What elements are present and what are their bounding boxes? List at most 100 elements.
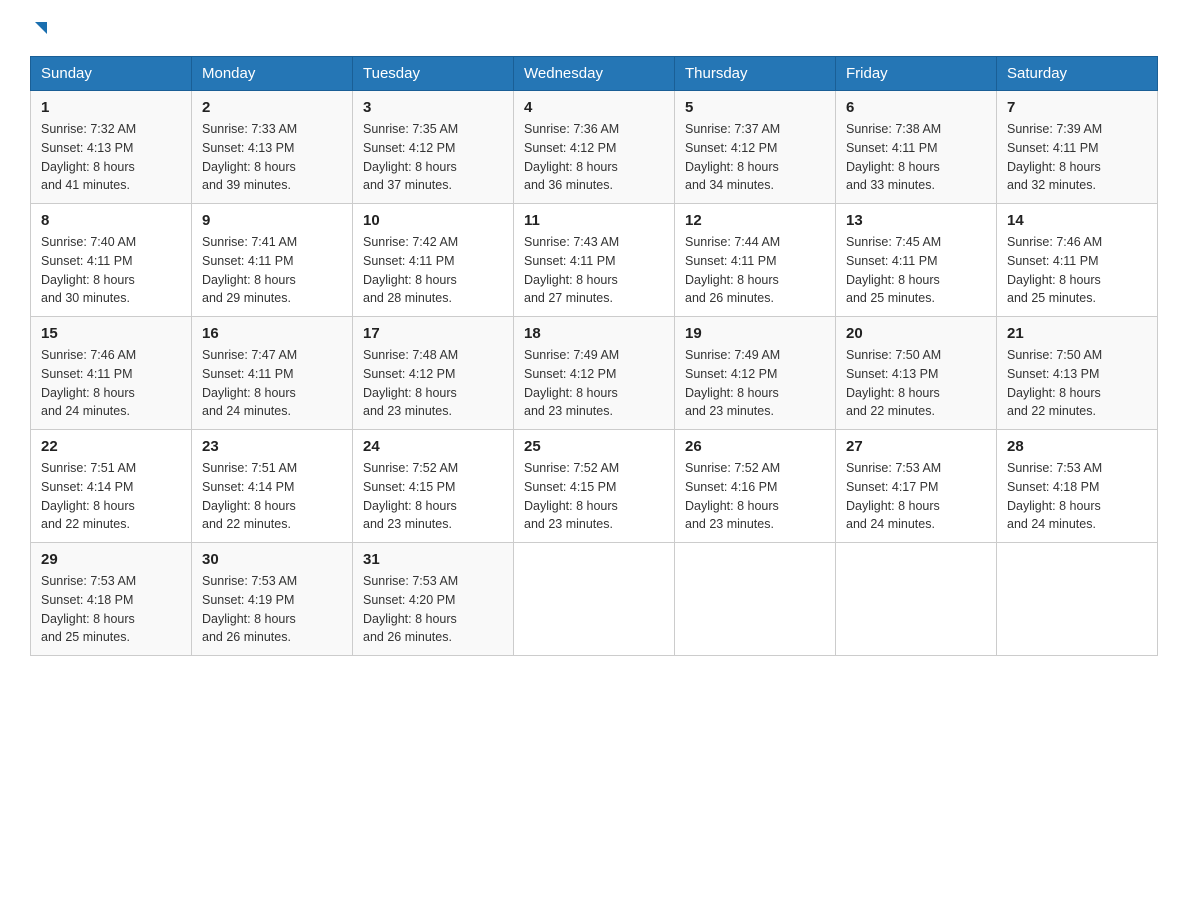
day-info: Sunrise: 7:53 AM Sunset: 4:18 PM Dayligh… [41,572,181,647]
day-number: 22 [41,438,181,455]
day-info: Sunrise: 7:52 AM Sunset: 4:15 PM Dayligh… [363,459,503,534]
weekday-header-wednesday: Wednesday [514,57,675,91]
empty-cell [997,543,1158,656]
day-number: 13 [846,212,986,229]
calendar-day-cell: 2 Sunrise: 7:33 AM Sunset: 4:13 PM Dayli… [192,91,353,204]
calendar-day-cell: 12 Sunrise: 7:44 AM Sunset: 4:11 PM Dayl… [675,204,836,317]
calendar-day-cell: 8 Sunrise: 7:40 AM Sunset: 4:11 PM Dayli… [31,204,192,317]
day-number: 30 [202,551,342,568]
calendar-day-cell: 11 Sunrise: 7:43 AM Sunset: 4:11 PM Dayl… [514,204,675,317]
calendar-day-cell: 27 Sunrise: 7:53 AM Sunset: 4:17 PM Dayl… [836,430,997,543]
day-number: 23 [202,438,342,455]
day-number: 12 [685,212,825,229]
calendar-day-cell: 24 Sunrise: 7:52 AM Sunset: 4:15 PM Dayl… [353,430,514,543]
logo [30,20,51,40]
calendar-day-cell: 14 Sunrise: 7:46 AM Sunset: 4:11 PM Dayl… [997,204,1158,317]
calendar-day-cell: 29 Sunrise: 7:53 AM Sunset: 4:18 PM Dayl… [31,543,192,656]
day-number: 17 [363,325,503,342]
weekday-header-monday: Monday [192,57,353,91]
day-number: 4 [524,99,664,116]
calendar-week-row: 22 Sunrise: 7:51 AM Sunset: 4:14 PM Dayl… [31,430,1158,543]
calendar-week-row: 8 Sunrise: 7:40 AM Sunset: 4:11 PM Dayli… [31,204,1158,317]
calendar-week-row: 1 Sunrise: 7:32 AM Sunset: 4:13 PM Dayli… [31,91,1158,204]
day-number: 1 [41,99,181,116]
day-info: Sunrise: 7:53 AM Sunset: 4:18 PM Dayligh… [1007,459,1147,534]
day-info: Sunrise: 7:50 AM Sunset: 4:13 PM Dayligh… [846,346,986,421]
day-number: 21 [1007,325,1147,342]
day-number: 3 [363,99,503,116]
calendar-day-cell: 1 Sunrise: 7:32 AM Sunset: 4:13 PM Dayli… [31,91,192,204]
calendar-day-cell: 31 Sunrise: 7:53 AM Sunset: 4:20 PM Dayl… [353,543,514,656]
day-number: 2 [202,99,342,116]
day-info: Sunrise: 7:49 AM Sunset: 4:12 PM Dayligh… [685,346,825,421]
day-info: Sunrise: 7:50 AM Sunset: 4:13 PM Dayligh… [1007,346,1147,421]
calendar-day-cell: 3 Sunrise: 7:35 AM Sunset: 4:12 PM Dayli… [353,91,514,204]
day-info: Sunrise: 7:42 AM Sunset: 4:11 PM Dayligh… [363,233,503,308]
logo-arrow-icon [33,20,51,38]
calendar-day-cell: 21 Sunrise: 7:50 AM Sunset: 4:13 PM Dayl… [997,317,1158,430]
day-number: 8 [41,212,181,229]
calendar-day-cell: 15 Sunrise: 7:46 AM Sunset: 4:11 PM Dayl… [31,317,192,430]
day-info: Sunrise: 7:46 AM Sunset: 4:11 PM Dayligh… [41,346,181,421]
empty-cell [675,543,836,656]
day-info: Sunrise: 7:36 AM Sunset: 4:12 PM Dayligh… [524,120,664,195]
empty-cell [514,543,675,656]
calendar-day-cell: 28 Sunrise: 7:53 AM Sunset: 4:18 PM Dayl… [997,430,1158,543]
day-info: Sunrise: 7:52 AM Sunset: 4:15 PM Dayligh… [524,459,664,534]
weekday-header-friday: Friday [836,57,997,91]
calendar-day-cell: 4 Sunrise: 7:36 AM Sunset: 4:12 PM Dayli… [514,91,675,204]
calendar-week-row: 29 Sunrise: 7:53 AM Sunset: 4:18 PM Dayl… [31,543,1158,656]
day-info: Sunrise: 7:53 AM Sunset: 4:19 PM Dayligh… [202,572,342,647]
day-number: 29 [41,551,181,568]
weekday-header-thursday: Thursday [675,57,836,91]
day-info: Sunrise: 7:35 AM Sunset: 4:12 PM Dayligh… [363,120,503,195]
day-info: Sunrise: 7:51 AM Sunset: 4:14 PM Dayligh… [202,459,342,534]
calendar-day-cell: 26 Sunrise: 7:52 AM Sunset: 4:16 PM Dayl… [675,430,836,543]
calendar-day-cell: 6 Sunrise: 7:38 AM Sunset: 4:11 PM Dayli… [836,91,997,204]
calendar-day-cell: 23 Sunrise: 7:51 AM Sunset: 4:14 PM Dayl… [192,430,353,543]
calendar-day-cell: 16 Sunrise: 7:47 AM Sunset: 4:11 PM Dayl… [192,317,353,430]
calendar-day-cell: 25 Sunrise: 7:52 AM Sunset: 4:15 PM Dayl… [514,430,675,543]
day-info: Sunrise: 7:49 AM Sunset: 4:12 PM Dayligh… [524,346,664,421]
day-info: Sunrise: 7:38 AM Sunset: 4:11 PM Dayligh… [846,120,986,195]
day-info: Sunrise: 7:40 AM Sunset: 4:11 PM Dayligh… [41,233,181,308]
day-info: Sunrise: 7:33 AM Sunset: 4:13 PM Dayligh… [202,120,342,195]
day-number: 5 [685,99,825,116]
day-info: Sunrise: 7:52 AM Sunset: 4:16 PM Dayligh… [685,459,825,534]
day-number: 19 [685,325,825,342]
day-number: 9 [202,212,342,229]
empty-cell [836,543,997,656]
day-number: 26 [685,438,825,455]
calendar-day-cell: 13 Sunrise: 7:45 AM Sunset: 4:11 PM Dayl… [836,204,997,317]
day-number: 16 [202,325,342,342]
day-number: 10 [363,212,503,229]
day-info: Sunrise: 7:51 AM Sunset: 4:14 PM Dayligh… [41,459,181,534]
day-number: 31 [363,551,503,568]
day-number: 28 [1007,438,1147,455]
day-number: 27 [846,438,986,455]
weekday-header-sunday: Sunday [31,57,192,91]
calendar-day-cell: 9 Sunrise: 7:41 AM Sunset: 4:11 PM Dayli… [192,204,353,317]
day-info: Sunrise: 7:32 AM Sunset: 4:13 PM Dayligh… [41,120,181,195]
day-info: Sunrise: 7:37 AM Sunset: 4:12 PM Dayligh… [685,120,825,195]
day-number: 15 [41,325,181,342]
weekday-header-saturday: Saturday [997,57,1158,91]
calendar-table: SundayMondayTuesdayWednesdayThursdayFrid… [30,56,1158,656]
calendar-day-cell: 5 Sunrise: 7:37 AM Sunset: 4:12 PM Dayli… [675,91,836,204]
day-number: 11 [524,212,664,229]
calendar-day-cell: 19 Sunrise: 7:49 AM Sunset: 4:12 PM Dayl… [675,317,836,430]
day-info: Sunrise: 7:48 AM Sunset: 4:12 PM Dayligh… [363,346,503,421]
day-number: 24 [363,438,503,455]
day-info: Sunrise: 7:39 AM Sunset: 4:11 PM Dayligh… [1007,120,1147,195]
day-info: Sunrise: 7:44 AM Sunset: 4:11 PM Dayligh… [685,233,825,308]
calendar-day-cell: 30 Sunrise: 7:53 AM Sunset: 4:19 PM Dayl… [192,543,353,656]
day-number: 25 [524,438,664,455]
calendar-day-cell: 17 Sunrise: 7:48 AM Sunset: 4:12 PM Dayl… [353,317,514,430]
day-info: Sunrise: 7:53 AM Sunset: 4:20 PM Dayligh… [363,572,503,647]
day-number: 18 [524,325,664,342]
calendar-header-row: SundayMondayTuesdayWednesdayThursdayFrid… [31,57,1158,91]
calendar-day-cell: 20 Sunrise: 7:50 AM Sunset: 4:13 PM Dayl… [836,317,997,430]
day-info: Sunrise: 7:46 AM Sunset: 4:11 PM Dayligh… [1007,233,1147,308]
day-info: Sunrise: 7:47 AM Sunset: 4:11 PM Dayligh… [202,346,342,421]
day-info: Sunrise: 7:45 AM Sunset: 4:11 PM Dayligh… [846,233,986,308]
